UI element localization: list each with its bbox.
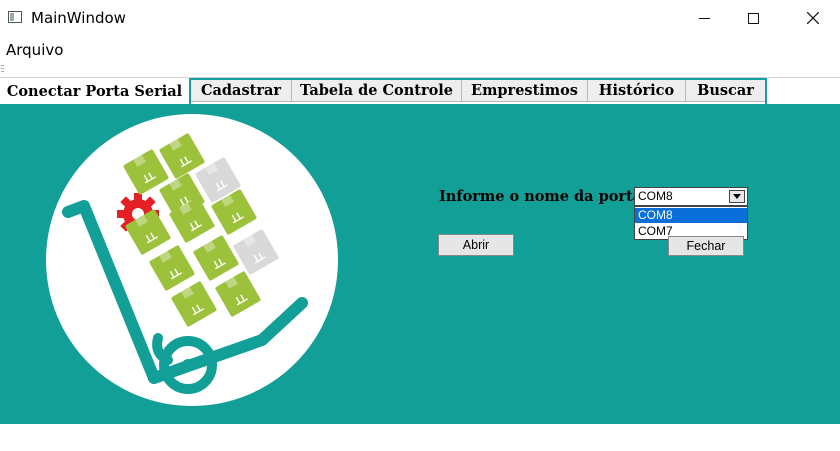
port-name-label: Informe o nome da porta: [439, 188, 648, 205]
window-title: MainWindow [31, 9, 126, 27]
app-window-icon [8, 11, 22, 23]
maximize-icon [747, 12, 759, 24]
tab-panel-conectar: Informe o nome da porta: COM8 COM8 COM7 … [0, 104, 840, 424]
tab-emprestimos[interactable]: Emprestimos [461, 79, 588, 102]
close-port-button[interactable]: Fechar [668, 236, 744, 256]
minimize-icon [698, 17, 710, 19]
port-dropdown-list: COM8 COM7 [634, 206, 748, 240]
minimize-button[interactable] [681, 0, 727, 36]
open-button[interactable]: Abrir [438, 234, 514, 256]
menu-bar: Arquivo [0, 38, 840, 62]
hand-truck-boxes-illustration [46, 114, 338, 406]
port-combobox[interactable]: COM8 [634, 187, 748, 206]
close-icon [807, 12, 819, 24]
tab-buscar[interactable]: Buscar [685, 79, 766, 102]
tab-historico[interactable]: Histórico [587, 79, 686, 102]
tab-conectar-porta-serial[interactable]: Conectar Porta Serial [0, 78, 189, 105]
menu-arquivo[interactable]: Arquivo [6, 41, 63, 59]
chevron-down-icon [733, 194, 741, 199]
close-button[interactable] [790, 0, 836, 36]
toolbar-grip[interactable] [1, 65, 4, 73]
title-bar: MainWindow [0, 0, 840, 36]
port-option-com8[interactable]: COM8 [635, 208, 747, 223]
port-selected-value: COM8 [638, 189, 673, 203]
tab-bar: Conectar Porta Serial Cadastrar Tabela d… [0, 77, 840, 105]
maximize-button[interactable] [730, 0, 776, 36]
tab-tabela-de-controle[interactable]: Tabela de Controle [291, 79, 462, 102]
tab-cadastrar[interactable]: Cadastrar [190, 79, 292, 102]
dropdown-button[interactable] [729, 190, 745, 203]
